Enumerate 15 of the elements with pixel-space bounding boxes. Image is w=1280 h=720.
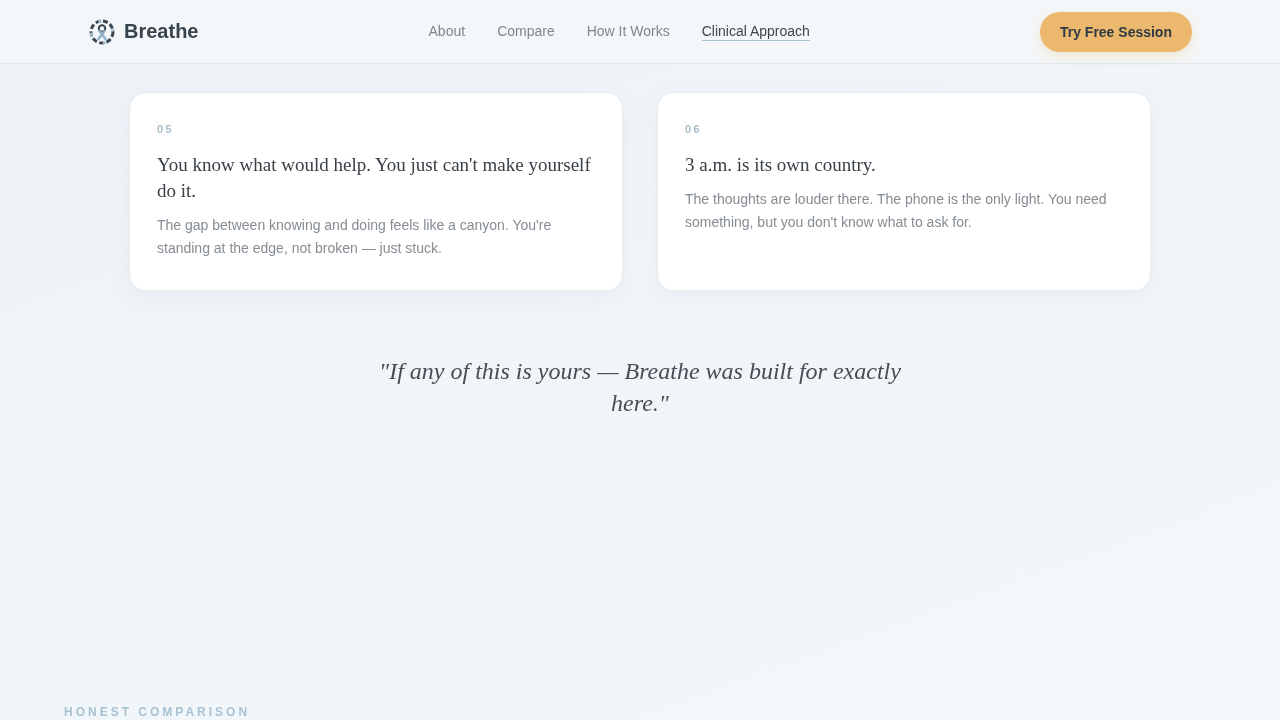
quote-text: "If any of this is yours — Breathe was built for exactly here." [378, 357, 902, 418]
section-label: HONEST COMPARISON [64, 705, 251, 719]
brand-name[interactable]: Breathe [124, 20, 199, 43]
card-text: The thoughts are louder there. The phone is the only light. You need something, but you don't know what to ask for. [685, 190, 1108, 232]
card-number: 05 [157, 122, 176, 136]
card-text: The gap between knowing and doing feels like a canyon. You're standing at the edge, not broken — just stuck. [157, 216, 553, 258]
card-number: 06 [685, 122, 704, 136]
nav-link[interactable]: About [428, 22, 466, 41]
logo-icon [89, 18, 115, 45]
card-title: 3 a.m. is its own country. [685, 153, 877, 177]
nav-link[interactable]: How It Works [586, 22, 670, 41]
nav-link[interactable]: Clinical Approach [701, 22, 810, 41]
nav-link[interactable]: Compare [497, 22, 555, 41]
try-session-button[interactable]: Try Free Session [1039, 11, 1192, 52]
card-title: You know what would help. You just can't make yourself do it. [157, 153, 592, 203]
